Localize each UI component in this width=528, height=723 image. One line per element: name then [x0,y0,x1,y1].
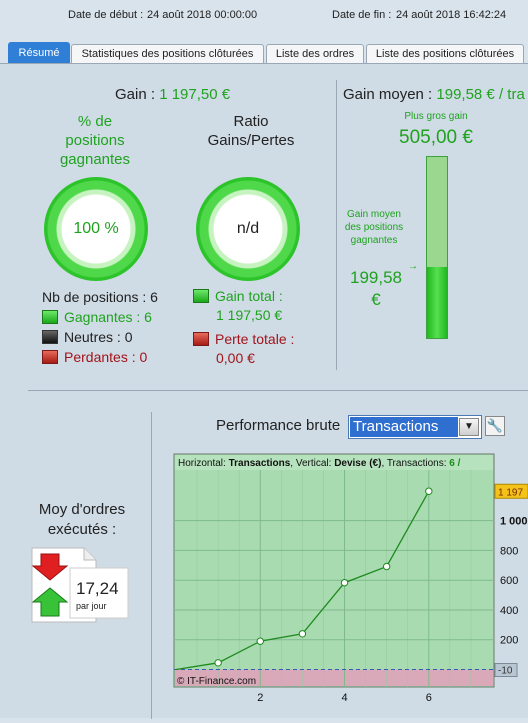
data-point [214,659,222,667]
bar-label: Gain moyen des positions gagnantes [344,209,404,246]
start-date-label: Date de début : [68,9,144,21]
ratio-gauge: n/d [196,177,300,281]
bar-value: 199,58 € [346,267,406,311]
pct-gauge: 100 % [44,177,148,281]
tab-resume[interactable]: Résumé [8,42,70,64]
chart-header-text: Horizontal: Transactions, Vertical: Devi… [178,458,461,469]
chart-header-part: , Vertical: [290,458,334,469]
wrench-icon[interactable]: 🔧 [485,416,505,436]
performance-select-value: Transactions [350,417,458,437]
gain-header: Gain : 1 197,50 € [115,86,230,103]
data-point [298,630,307,638]
last-value-label: 1 197 [498,487,523,498]
perdantes-count: Perdantes : 0 [64,349,148,365]
lower-divider [151,412,152,719]
plus-gros-value: 505,00 € [399,127,473,148]
data-point [382,562,391,571]
neutres-count: Neutres : 0 [64,329,133,345]
plus-gros-label: Plus gros gain [404,111,468,122]
gain-moyen-value: 199,58 € / tra [436,86,525,103]
gain-moyen-label: Gain moyen : [343,86,437,103]
section-divider [336,80,337,370]
gain-bar [426,156,448,339]
pct-value: 100 % [73,220,119,237]
gagnantes-count: Gagnantes : 6 [64,309,152,325]
ratio-title: Ratio Gains/Pertes [207,113,295,149]
tab-liste-ordres[interactable]: Liste des ordres [266,44,364,64]
chart-header-part: 6 / [449,458,460,469]
perte-totale: Perte totale : 0,00 € [193,330,294,368]
start-date-value: 24 août 2018 00:00:00 [147,9,258,21]
gain-total-label: Gain total : [215,288,283,304]
black-swatch-icon [42,330,58,344]
gain-bar-fill [427,267,447,338]
red-swatch-icon [42,350,58,364]
gain-moyen-header: Gain moyen : 199,58 € / tra [343,86,528,103]
gain-label: Gain : [115,86,160,103]
data-point [340,579,349,587]
moy-ordres-line1: Moy d'ordres [38,501,126,518]
performance-label: Performance brute [216,417,341,434]
data-point [425,487,433,495]
ratio-value: n/d [236,220,260,237]
performance-select[interactable]: Transactions ▼ [348,415,482,439]
x-tick-label: 4 [341,692,347,704]
performance-chart: Horizontal: Transactions, Vertical: Devi… [172,452,528,718]
pct-title: % de positions gagnantes [59,113,131,168]
perte-totale-value: 0,00 € [216,350,255,366]
moy-ordres-card: 17,24 par jour [30,546,130,624]
y-tick-label: 200 [500,635,518,647]
nb-positions: Nb de positions : 6 [42,289,158,305]
end-date-value: 24 août 2018 16:42:24 [396,9,507,21]
end-date-label: Date de fin : [332,9,392,21]
x-tick-label: 6 [426,692,432,704]
tab-bar: Résumé Statistiques des positions clôtur… [0,42,528,64]
moy-ordres-line2: exécutés : [47,521,117,538]
gain-total-value: 1 197,50 € [216,307,283,323]
chart-header-part: Devise (€) [334,458,381,469]
date-range-bar: Date de début : 24 août 2018 00:00:00 Da… [0,0,528,32]
chart-watermark: © IT-Finance.com [177,676,256,687]
chart-header-part: , Transactions: [381,458,449,469]
tab-liste-positions[interactable]: Liste des positions clôturées [366,44,524,64]
moy-ordres-value: 17,24 [76,579,119,598]
moy-ordres-title: Moy d'ordres exécutés : [22,500,142,540]
plot-area [173,453,495,688]
chart-header-part: Horizontal: [178,458,229,469]
chart-header-part: Transactions [229,458,291,469]
data-point [256,637,264,645]
y-tick-label: 1 000 [500,516,528,528]
y-tick-label: 600 [500,575,518,587]
x-tick-label: 2 [257,692,263,704]
bar-arrow-icon: → [408,261,418,272]
chart-svg: Horizontal: Transactions, Vertical: Devi… [173,453,528,704]
bar-value-unit: € [371,290,381,309]
baseline-label: -10 [498,666,513,677]
moy-ordres-unit: par jour [76,601,107,611]
green-swatch-icon [42,310,58,324]
gain-value: 1 197,50 € [159,86,231,103]
y-tick-label: 400 [500,605,518,617]
position-counts: Nb de positions : 6 Gagnantes : 6 Neutre… [42,287,158,367]
red-swatch-icon [193,332,209,346]
perte-totale-label: Perte totale : [215,331,295,347]
y-tick-label: 800 [500,545,518,557]
tab-statistiques[interactable]: Statistiques des positions clôturées [71,44,264,64]
green-swatch-icon [193,289,209,303]
bar-value-number: 199,58 [350,268,402,287]
gain-total: Gain total : 1 197,50 € [193,287,283,325]
chevron-down-icon[interactable]: ▼ [459,418,479,436]
horizontal-divider [28,390,528,391]
